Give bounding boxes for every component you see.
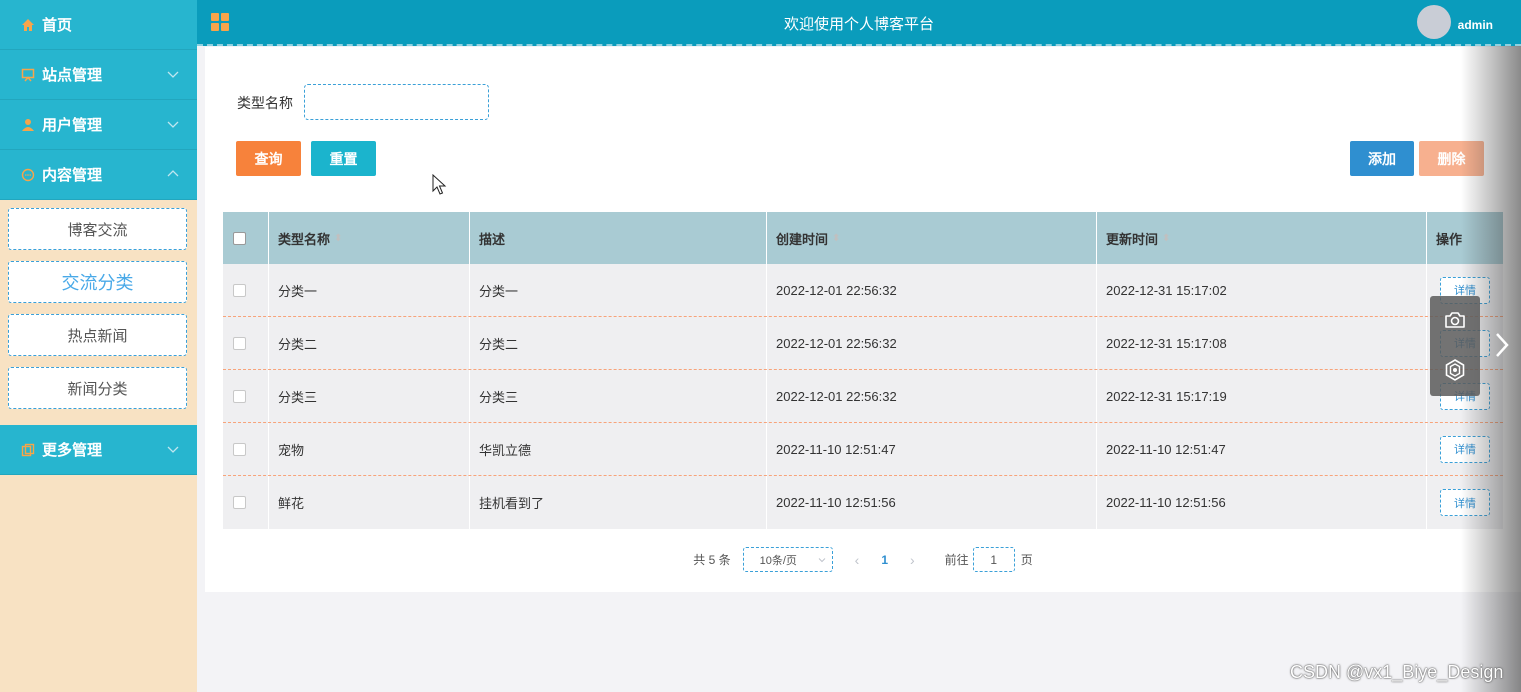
query-button[interactable]: 查询 [236, 141, 301, 176]
cell-desc: 挂机看到了 [470, 476, 767, 529]
page-number[interactable]: 1 [881, 553, 888, 567]
table-row: 宠物 华凯立德 2022-11-10 12:51:47 2022-11-10 1… [223, 423, 1503, 476]
add-button[interactable]: 添加 [1350, 141, 1414, 176]
goto-suffix: 页 [1020, 553, 1033, 567]
submenu-item-exchange-category[interactable]: 交流分类 [8, 261, 187, 303]
cell-desc: 分类一 [470, 264, 767, 316]
cell-desc: 分类三 [470, 370, 767, 422]
watermark: CSDN @vx1_Biye_Design [1290, 662, 1504, 682]
chevron-right-icon[interactable] [1492, 330, 1512, 360]
username[interactable]: admin [1458, 18, 1493, 32]
page-size-value: 10条/页 [759, 554, 797, 567]
table-header: 类型名称 ⬍ 描述 创建时间 ⬍ 更新时间 ⬍ 操作 [223, 212, 1503, 264]
chevron-up-icon [167, 170, 179, 177]
column-header: 类型名称 [278, 231, 331, 247]
data-table: 类型名称 ⬍ 描述 创建时间 ⬍ 更新时间 ⬍ 操作 分类一 分类一 2022-12-… [223, 212, 1503, 529]
chat-icon [20, 167, 36, 183]
sidebar-item-label: 站点管理 [42, 67, 103, 84]
header-title: 欢迎使用个人博客平台 [783, 16, 934, 33]
cell-created: 2022-11-10 12:51:56 [767, 476, 1097, 529]
floating-toolbar [1430, 296, 1480, 396]
avatar[interactable] [1417, 5, 1451, 39]
cell-name: 分类一 [269, 264, 470, 316]
sidebar: 首页 站点管理 用户管理 内容管理 博客交流 交流分类 热点新闻 新闻分类 更多… [0, 0, 197, 692]
chevron-down-icon [818, 558, 825, 563]
row-checkbox[interactable] [233, 389, 246, 403]
cell-updated: 2022-11-10 12:51:47 [1097, 423, 1427, 475]
row-checkbox[interactable] [233, 283, 246, 297]
cell-created: 2022-12-01 22:56:32 [767, 317, 1097, 369]
cell-created: 2022-12-01 22:56:32 [767, 264, 1097, 316]
page-size-select[interactable]: 10条/页 [742, 547, 833, 572]
table-row: 分类三 分类三 2022-12-01 22:56:32 2022-12-31 1… [223, 370, 1503, 423]
sidebar-item-site[interactable]: 站点管理 [0, 50, 197, 100]
chevron-down-icon [167, 446, 179, 453]
table-row: 鲜花 挂机看到了 2022-11-10 12:51:56 2022-11-10 … [223, 476, 1503, 529]
cell-desc: 分类二 [470, 317, 767, 369]
column-header: 创建时间 [776, 231, 829, 247]
column-header: 描述 [479, 231, 506, 247]
column-header: 操作 [1436, 231, 1463, 247]
chevron-down-icon [167, 71, 179, 78]
cell-updated: 2022-12-31 15:17:08 [1097, 317, 1427, 369]
home-icon [20, 17, 36, 33]
goto-page-input[interactable]: 1 [972, 547, 1015, 572]
content-submenu: 博客交流 交流分类 热点新闻 新闻分类 [0, 200, 197, 426]
user-icon [20, 117, 36, 133]
next-page-icon[interactable]: › [910, 552, 915, 568]
top-header: 欢迎使用个人博客平台 admin [197, 0, 1521, 46]
cell-updated: 2022-12-31 15:17:19 [1097, 370, 1427, 422]
sidebar-item-more[interactable]: 更多管理 [0, 425, 197, 475]
row-checkbox[interactable] [233, 496, 246, 509]
cell-updated: 2022-11-10 12:51:56 [1097, 476, 1427, 529]
cell-name: 鲜花 [269, 476, 470, 529]
cell-updated: 2022-12-31 15:17:02 [1097, 264, 1427, 316]
column-header: 更新时间 [1106, 231, 1159, 247]
cell-created: 2022-12-01 22:56:32 [767, 370, 1097, 422]
chevron-down-icon [167, 121, 179, 128]
main-panel: 类型名称 查询 重置 添加 删除 类型名称 ⬍ 描述 创建时间 ⬍ 更新时间 ⬍ 操作… [205, 47, 1521, 592]
goto-label: 前往 [944, 553, 969, 567]
row-checkbox[interactable] [233, 442, 246, 456]
cell-name: 分类二 [269, 317, 470, 369]
submenu-item-blog-exchange[interactable]: 博客交流 [8, 208, 187, 250]
sidebar-item-home[interactable]: 首页 [0, 0, 197, 50]
cell-created: 2022-11-10 12:51:47 [767, 423, 1097, 475]
easel-icon [20, 67, 36, 83]
type-name-input[interactable] [304, 84, 489, 120]
cell-name: 宠物 [269, 423, 470, 475]
table-row: 分类一 分类一 2022-12-01 22:56:32 2022-12-31 1… [223, 264, 1503, 317]
submenu-item-hot-news[interactable]: 热点新闻 [8, 314, 187, 356]
sidebar-item-users[interactable]: 用户管理 [0, 100, 197, 150]
reset-button[interactable]: 重置 [311, 141, 376, 176]
sidebar-item-label: 内容管理 [42, 167, 103, 184]
mouse-cursor-icon [432, 174, 447, 195]
row-checkbox[interactable] [233, 336, 246, 350]
pagination: 共 5 条 10条/页 ‹ 1 › 前往 1 页 [205, 547, 1521, 572]
sidebar-item-label: 首页 [42, 17, 73, 34]
sort-icon[interactable]: ⬍ [1162, 233, 1170, 244]
pagination-total: 共 5 条 [693, 553, 731, 567]
sidebar-item-label: 用户管理 [42, 117, 103, 134]
cell-desc: 华凯立德 [470, 423, 767, 475]
table-row: 分类二 分类二 2022-12-01 22:56:32 2022-12-31 1… [223, 317, 1503, 370]
sort-icon[interactable]: ⬍ [334, 233, 342, 244]
select-all-checkbox[interactable] [233, 231, 246, 245]
sidebar-item-content[interactable]: 内容管理 [0, 150, 197, 200]
search-label: 类型名称 [237, 95, 293, 111]
prev-page-icon[interactable]: ‹ [855, 552, 860, 568]
copy-icon [20, 442, 36, 458]
cell-name: 分类三 [269, 370, 470, 422]
sidebar-item-label: 更多管理 [42, 442, 103, 459]
camera-icon[interactable] [1443, 308, 1467, 332]
sort-icon[interactable]: ⬍ [832, 233, 840, 244]
settings-hex-icon[interactable] [1443, 358, 1467, 382]
submenu-item-news-category[interactable]: 新闻分类 [8, 367, 187, 409]
